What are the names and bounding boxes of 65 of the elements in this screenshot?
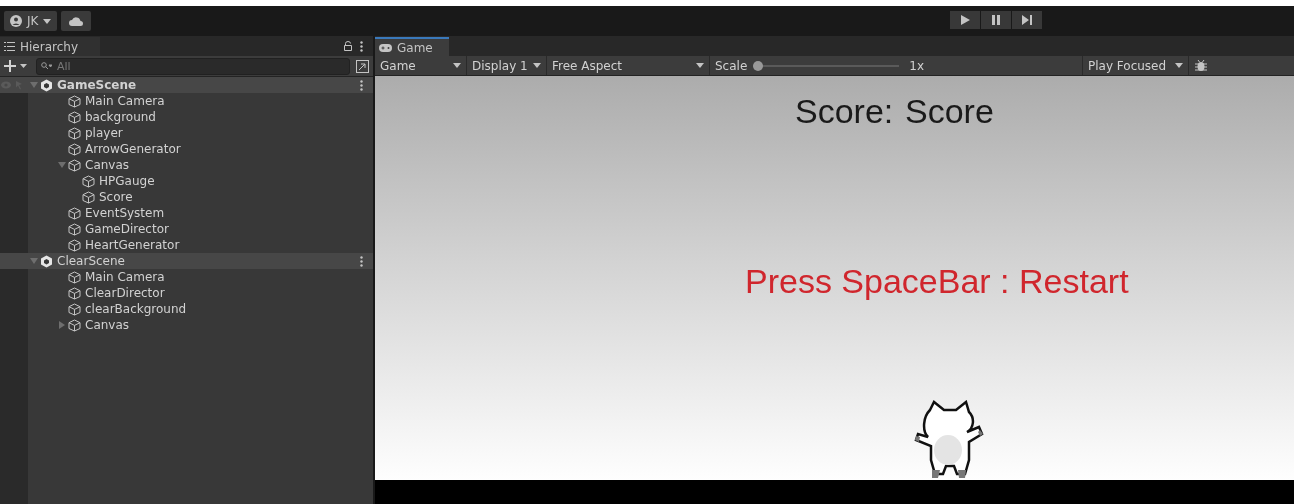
bug-icon[interactable] [1195,59,1207,72]
search-field[interactable]: All [36,57,350,75]
hierarchy-tab[interactable]: Hierarchy [0,37,100,56]
more-icon[interactable] [360,41,363,52]
scale-label: Scale [715,58,748,73]
caret-icon [533,63,541,68]
hierarchy-item[interactable]: GameDirector [85,222,169,236]
play-button[interactable] [950,11,980,29]
cube-icon [68,94,81,108]
restart-message: Press SpaceBar : Restart [745,262,1129,301]
cube-icon [68,302,81,316]
hierarchy-item[interactable]: ArrowGenerator [85,142,181,156]
cube-icon [68,270,81,284]
hierarchy-item[interactable]: background [85,110,156,124]
cloud-icon [68,16,85,26]
hierarchy-item[interactable]: Score [99,190,133,204]
score-text: Score [905,92,994,131]
pause-button[interactable] [981,11,1011,29]
score-text: Score: [795,92,894,131]
scene-icon [40,78,53,92]
cube-icon [68,206,81,220]
cube-icon [68,158,81,172]
cube-icon [68,126,81,140]
scale-reading: 1x [909,58,925,73]
hierarchy-item[interactable]: EventSystem [85,206,165,220]
expand-window-icon[interactable] [356,59,369,73]
scene-name[interactable]: GameScene [57,78,137,92]
cube-icon [68,238,81,252]
step-icon [1022,15,1032,25]
cube-icon [82,190,95,204]
caret-icon [43,18,52,24]
hierarchy-item[interactable]: player [85,126,123,140]
cube-icon [68,142,81,156]
hierarchy-item[interactable]: ClearDirector [85,286,165,300]
cube-icon [68,222,81,236]
cloud-button[interactable] [61,11,92,31]
hierarchy-item[interactable]: HeartGenerator [85,238,180,252]
cube-icon [82,174,95,188]
play-icon [960,15,970,25]
caret-icon [1175,63,1183,68]
gamepad-icon [379,43,392,52]
more-icon[interactable] [360,255,363,267]
slider-thumb[interactable] [753,60,764,71]
scene-icon [40,254,53,268]
lock-icon[interactable] [344,41,352,51]
step-button[interactable] [1012,11,1042,29]
hierarchy-item[interactable]: Canvas [85,158,130,172]
add-dropdown-icon[interactable] [4,60,30,72]
hierarchy-item[interactable]: Main Camera [85,94,165,108]
user-icon [10,15,22,27]
caret-icon [453,63,461,68]
cube-icon [68,110,81,124]
hierarchy-item[interactable]: HPGauge [99,174,155,188]
account-button[interactable]: JK [4,11,58,31]
hierarchy-item[interactable]: clearBackground [85,302,187,316]
hierarchy-item[interactable]: Canvas [85,318,130,332]
list-icon [4,42,15,51]
pause-icon [992,15,1000,25]
cube-icon [68,286,81,300]
scene-name[interactable]: ClearScene [57,254,125,268]
more-icon[interactable] [360,79,363,91]
hierarchy-item[interactable]: Main Camera [85,270,165,284]
game-tab[interactable]: Game [375,37,449,56]
cube-icon [68,318,81,332]
caret-icon [696,63,704,68]
